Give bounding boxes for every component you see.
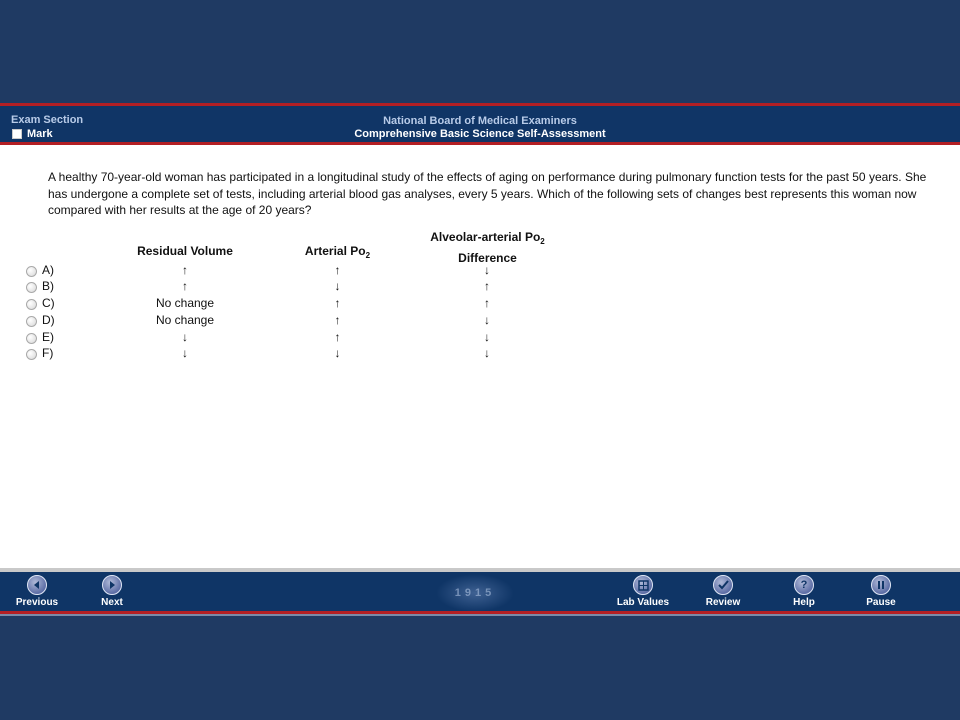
exam-footer-toolbar: 1915 Previous Next Lab Values Review ? H…: [0, 572, 960, 614]
answer-option-c[interactable]: C) No change ↑ ↑: [0, 296, 600, 313]
option-letter: C): [42, 296, 55, 310]
question-panel: A healthy 70-year-old woman has particip…: [0, 145, 960, 569]
option-arterial-value: ↑: [334, 296, 341, 310]
pause-label: Pause: [866, 597, 896, 608]
option-letter: D): [42, 313, 55, 327]
option-letter: E): [42, 330, 54, 344]
column-header-arterial-po2: Arterial Po2: [290, 244, 385, 260]
arterial-po-subscript: 2: [365, 251, 371, 260]
previous-button[interactable]: Previous: [7, 575, 67, 608]
option-arterial-value: ↓: [334, 279, 341, 293]
next-arrow-icon: [102, 575, 122, 595]
next-label: Next: [101, 597, 123, 608]
lab-values-button[interactable]: Lab Values: [613, 575, 673, 608]
option-alveolar-value: ↓: [484, 313, 490, 327]
option-residual-value: ↑: [182, 279, 188, 293]
radio-button[interactable]: [26, 299, 37, 310]
previous-arrow-icon: [27, 575, 47, 595]
exam-board-title: National Board of Medical Examiners: [383, 115, 577, 127]
previous-label: Previous: [15, 597, 59, 608]
alveolar-subscript: 2: [540, 237, 545, 246]
answer-option-d[interactable]: D) No change ↑ ↓: [0, 313, 600, 330]
alveolar-label: Alveolar-arterial Po: [430, 230, 541, 244]
answer-option-b[interactable]: B) ↑ ↓ ↑: [0, 279, 600, 296]
lab-values-icon: [633, 575, 653, 595]
alveolar-line1: Alveolar-arterial Po2: [415, 229, 560, 250]
nbme-seal-watermark: 1915: [436, 574, 514, 612]
pause-icon: [871, 575, 891, 595]
radio-button[interactable]: [26, 316, 37, 327]
lab-values-label: Lab Values: [616, 597, 670, 608]
option-alveolar-value: ↓: [484, 330, 490, 344]
option-arterial-value: ↑: [334, 263, 341, 277]
option-alveolar-value: ↓: [484, 346, 490, 360]
answer-option-a[interactable]: A) ↑ ↑ ↓: [0, 263, 600, 280]
option-arterial-value: ↑: [334, 313, 341, 327]
option-residual-value: No change: [155, 313, 215, 327]
option-letter: B): [42, 279, 54, 293]
pause-button[interactable]: Pause: [851, 575, 911, 608]
column-header-alveolar-arterial: Alveolar-arterial Po2 Difference: [415, 229, 560, 266]
footer-bottom-rule: [0, 614, 960, 616]
review-label: Review: [705, 597, 741, 608]
option-residual-value: No change: [155, 296, 215, 310]
checkmark-icon: [713, 575, 733, 595]
review-button[interactable]: Review: [693, 575, 753, 608]
arterial-po-label: Arterial Po: [304, 244, 366, 258]
option-arterial-value: ↓: [334, 346, 341, 360]
radio-button[interactable]: [26, 282, 37, 293]
option-arterial-value: ↑: [334, 330, 341, 344]
help-button[interactable]: ? Help: [774, 575, 834, 608]
help-label: Help: [793, 597, 815, 608]
option-residual-value: ↓: [182, 330, 188, 344]
option-residual-value: ↓: [182, 346, 188, 360]
answer-option-e[interactable]: E) ↓ ↑ ↓: [0, 330, 600, 347]
exam-subtitle: Comprehensive Basic Science Self-Assessm…: [354, 128, 606, 140]
option-alveolar-value: ↓: [484, 263, 490, 277]
radio-button[interactable]: [26, 333, 37, 344]
option-letter: A): [42, 263, 54, 277]
column-header-residual-volume: Residual Volume: [137, 244, 233, 258]
radio-button[interactable]: [26, 266, 37, 277]
exam-header: Exam Section Mark National Board of Medi…: [0, 103, 960, 145]
next-button[interactable]: Next: [82, 575, 142, 608]
question-stem: A healthy 70-year-old woman has particip…: [48, 170, 927, 217]
option-residual-value: ↑: [182, 263, 188, 277]
option-alveolar-value: ↑: [484, 296, 490, 310]
answer-option-f[interactable]: F) ↓ ↓ ↓: [0, 346, 600, 363]
help-icon: ?: [794, 575, 814, 595]
option-alveolar-value: ↑: [484, 279, 490, 293]
radio-button[interactable]: [26, 349, 37, 360]
option-letter: F): [42, 346, 54, 360]
